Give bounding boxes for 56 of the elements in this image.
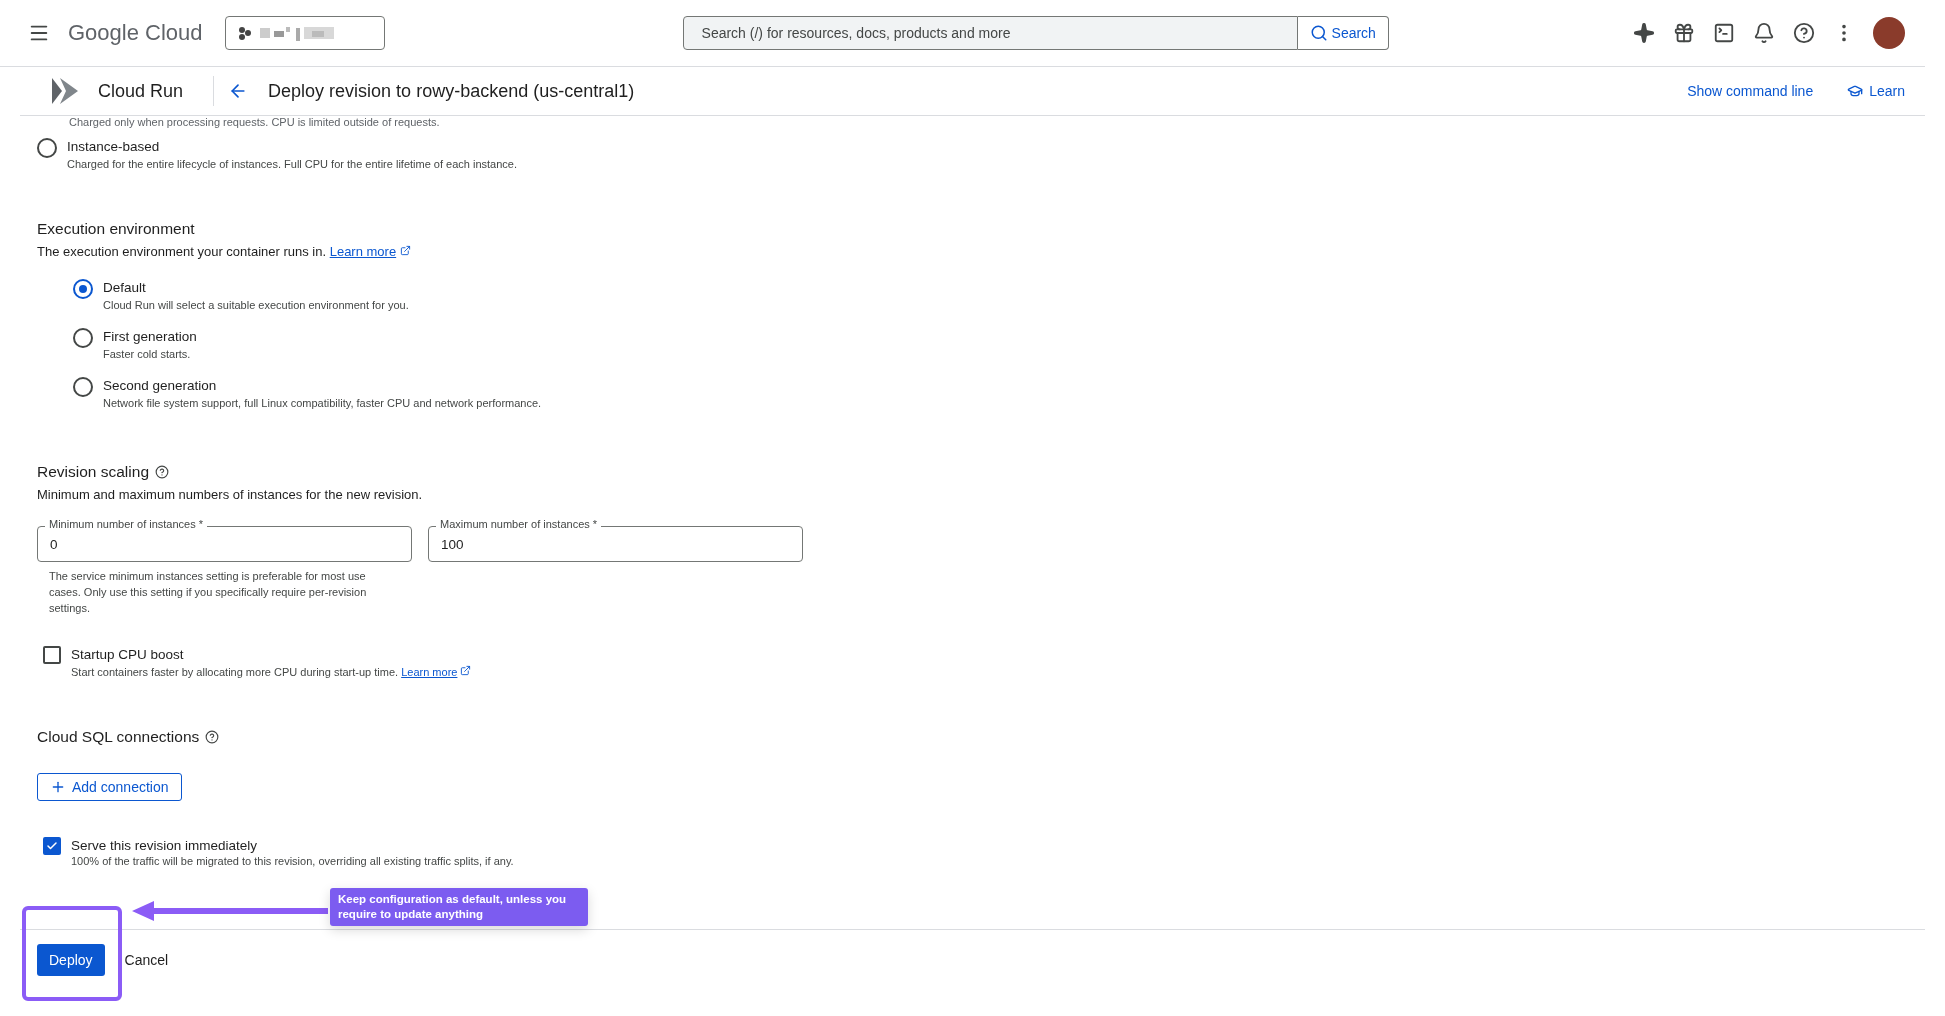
learn-more-link[interactable]: Learn more — [329, 244, 397, 259]
search-icon — [1309, 24, 1328, 42]
option-label: Instance-based — [67, 138, 161, 156]
option-label: First generation — [103, 328, 197, 346]
external-link-icon — [399, 245, 411, 256]
external-link-icon — [460, 665, 472, 676]
section-heading: Execution environment — [37, 220, 196, 238]
terminal-icon[interactable] — [1713, 22, 1735, 44]
gift-icon[interactable] — [1673, 22, 1695, 44]
option-description: Cloud Run will select a suitable execution environment for you. — [103, 298, 409, 313]
checkbox[interactable] — [43, 646, 61, 664]
field-label: Minimum number of instances * — [45, 518, 208, 530]
project-picker[interactable] — [224, 16, 385, 50]
brand-logo[interactable]: Google Cloud — [68, 20, 203, 46]
option-description: Faster cold starts. — [103, 347, 192, 362]
section-description: Minimum and maximum numbers of instances for the new revision. — [37, 487, 424, 502]
option-description: 100% of the traffic will be migrated to this revision, overriding all existing traffic splits, if any. — [71, 855, 514, 867]
product-name: Cloud Run — [98, 76, 215, 106]
search-button[interactable]: Search — [1297, 16, 1389, 50]
radio-button[interactable] — [37, 138, 57, 158]
checkmark-icon — [46, 840, 58, 852]
field-label: Maximum number of instances * — [436, 518, 602, 530]
page-title: Deploy revision to rowy-backend (us-central1) — [268, 80, 635, 102]
option-description: Network file system support, full Linux compatibility, faster CPU and network performance. — [103, 396, 542, 411]
bell-icon[interactable] — [1753, 22, 1775, 44]
option-label: Second generation — [103, 377, 218, 395]
deploy-button[interactable]: Deploy — [37, 944, 105, 976]
chevron-logo-icon — [50, 76, 80, 106]
cancel-button[interactable]: Cancel — [118, 951, 175, 969]
field-hint: The service minimum instances setting is preferable for most use cases. Only use this setting if you specifically require per-revision settings. — [49, 569, 368, 616]
plus-icon — [50, 779, 66, 795]
add-connection-button[interactable]: Add connection — [37, 773, 182, 801]
learn-more-link[interactable]: Learn more — [401, 666, 458, 678]
checkbox-label: Serve this revision immediately — [71, 837, 259, 855]
radio-button[interactable] — [73, 328, 93, 348]
annotation-note: Keep configuration as default, unless you require to update anything — [330, 888, 588, 926]
option-label: Default — [103, 279, 147, 297]
radio-button[interactable] — [73, 377, 93, 397]
section-heading: Cloud SQL connections — [37, 728, 1945, 746]
search-field[interactable]: Search (/) for resources, docs, products and more — [682, 16, 1298, 50]
option-description: Start containers faster by allocating more CPU during start-up time. Learn more — [71, 664, 472, 680]
section-heading: Revision scaling — [37, 463, 1945, 481]
section-description: The execution environment your container runs in. Learn more — [37, 244, 1945, 259]
help-icon[interactable] — [205, 730, 220, 744]
graduation-cap-icon — [1847, 83, 1864, 99]
option-description: Charged for the entire lifecycle of instances. Full CPU for the entire lifetime of each instance. — [67, 157, 517, 172]
help-icon[interactable] — [1793, 22, 1815, 44]
header-link[interactable]: Learn — [1847, 83, 1905, 99]
avatar[interactable] — [1873, 17, 1905, 49]
header-link[interactable]: Show command line — [1687, 83, 1814, 99]
checkbox-label: Startup CPU boost — [71, 646, 185, 664]
sparkle-icon[interactable] — [1633, 22, 1655, 44]
checkbox[interactable] — [43, 837, 61, 855]
option-description: Charged only when processing requests. CPU is limited outside of requests. — [69, 116, 441, 129]
radio-button[interactable] — [73, 279, 93, 299]
help-icon[interactable] — [155, 465, 169, 479]
